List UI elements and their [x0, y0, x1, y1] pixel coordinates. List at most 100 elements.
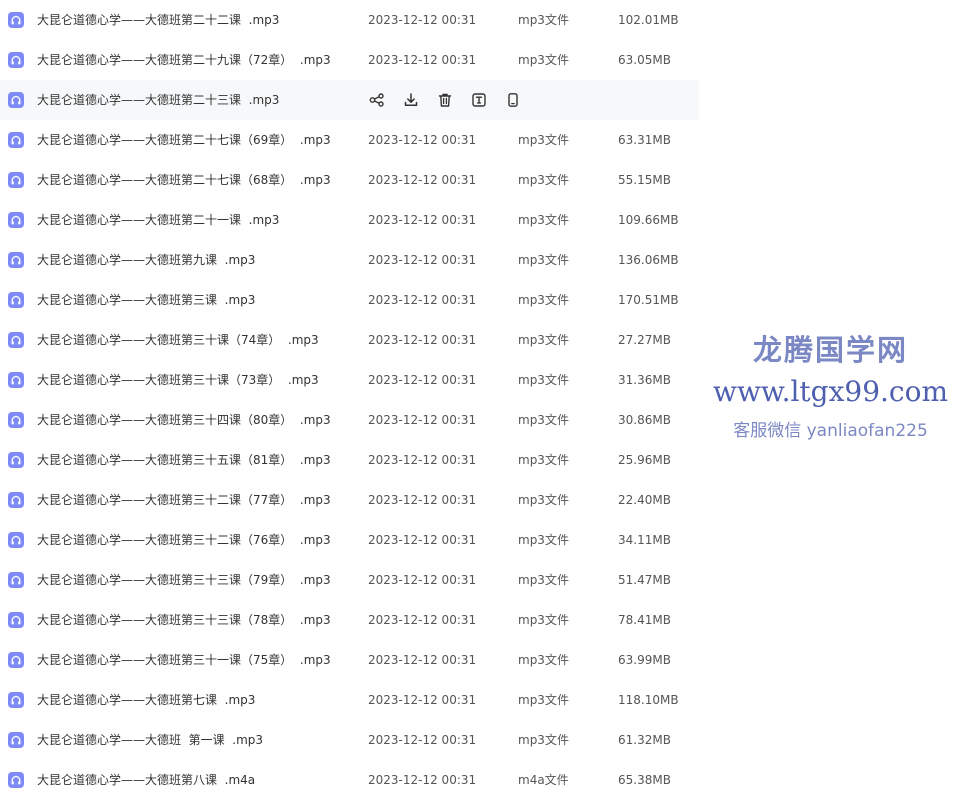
- file-name[interactable]: 大昆仑道德心学——大德班第三十二课（77章） .mp3: [37, 480, 331, 520]
- file-row[interactable]: 大昆仑道德心学——大德班第三十课（73章） .mp3 2023-12-12 00:…: [0, 360, 699, 400]
- file-type: mp3文件: [518, 13, 569, 27]
- audio-file-icon: [8, 452, 24, 468]
- file-size: 63.05MB: [618, 53, 671, 67]
- file-size: 25.96MB: [618, 453, 671, 467]
- file-date: 2023-12-12 00:31: [368, 693, 477, 707]
- file-name[interactable]: 大昆仑道德心学——大德班第三十二课（76章） .mp3: [37, 520, 331, 560]
- watermark-title: 龙腾国学网: [752, 333, 908, 367]
- file-type: mp3文件: [518, 133, 569, 147]
- file-name[interactable]: 大昆仑道德心学——大德班第二十三课 .mp3: [37, 80, 279, 120]
- audio-file-icon: [8, 92, 24, 108]
- file-name[interactable]: 大昆仑道德心学——大德班第三课 .mp3: [37, 280, 255, 320]
- file-row[interactable]: 大昆仑道德心学——大德班第三十二课（77章） .mp3 2023-12-12 00…: [0, 480, 699, 520]
- audio-file-icon: [8, 172, 24, 188]
- file-row[interactable]: 大昆仑道德心学——大德班第三十三课（79章） .mp3 2023-12-12 00…: [0, 560, 699, 600]
- file-row[interactable]: 大昆仑道德心学——大德班第二十七课（68章） .mp3 2023-12-12 00…: [0, 160, 699, 200]
- file-name[interactable]: 大昆仑道德心学——大德班第三十一课（75章） .mp3: [37, 640, 331, 680]
- phone-icon[interactable]: [504, 91, 522, 109]
- file-name[interactable]: 大昆仑道德心学——大德班第八课 .m4a: [37, 760, 255, 800]
- file-row[interactable]: 大昆仑道德心学——大德班第九课 .mp3 2023-12-12 00:31 mp3文…: [0, 240, 699, 280]
- file-size: 118.10MB: [618, 693, 679, 707]
- file-name[interactable]: 大昆仑道德心学——大德班第三十四课（80章） .mp3: [37, 400, 331, 440]
- file-name[interactable]: 大昆仑道德心学——大德班第二十九课（72章） .mp3: [37, 40, 331, 80]
- file-date: 2023-12-12 00:31: [368, 13, 477, 27]
- audio-file-icon: [8, 332, 24, 348]
- file-name[interactable]: 大昆仑道德心学——大德班第二十二课 .mp3: [37, 0, 279, 40]
- file-date: 2023-12-12 00:31: [368, 773, 477, 787]
- file-name[interactable]: 大昆仑道德心学——大德班第三十课（73章） .mp3: [37, 360, 319, 400]
- file-row[interactable]: 大昆仑道德心学——大德班第三十一课（75章） .mp3 2023-12-12 00…: [0, 640, 699, 680]
- file-date: 2023-12-12 00:31: [368, 613, 477, 627]
- file-name[interactable]: 大昆仑道德心学——大德班第二十七课（69章） .mp3: [37, 120, 331, 160]
- file-type: mp3文件: [518, 613, 569, 627]
- file-row[interactable]: 大昆仑道德心学——大德班 第一课 .mp3 2023-12-12 00:31 mp3…: [0, 720, 699, 760]
- rename-icon[interactable]: [470, 91, 488, 109]
- file-date: 2023-12-12 00:31: [368, 533, 477, 547]
- file-size: 102.01MB: [618, 13, 679, 27]
- file-name[interactable]: 大昆仑道德心学——大德班第二十一课 .mp3: [37, 200, 279, 240]
- file-type: mp3文件: [518, 693, 569, 707]
- file-size: 27.27MB: [618, 333, 671, 347]
- file-date: 2023-12-12 00:31: [368, 733, 477, 747]
- watermark-url: www.ltgx99.com: [712, 375, 949, 408]
- file-list: 大昆仑道德心学——大德班第二十二课 .mp3 2023-12-12 00:31 mp…: [0, 0, 699, 800]
- file-date: 2023-12-12 00:31: [368, 133, 477, 147]
- file-name[interactable]: 大昆仑道德心学——大德班第九课 .mp3: [37, 240, 255, 280]
- file-name[interactable]: 大昆仑道德心学——大德班第三十三课（79章） .mp3: [37, 560, 331, 600]
- audio-file-icon: [8, 612, 24, 628]
- file-row[interactable]: 大昆仑道德心学——大德班第七课 .mp3 2023-12-12 00:31 mp3文…: [0, 680, 699, 720]
- file-row[interactable]: 大昆仑道德心学——大德班第二十二课 .mp3 2023-12-12 00:31 mp…: [0, 0, 699, 40]
- file-size: 51.47MB: [618, 573, 671, 587]
- file-type: mp3文件: [518, 413, 569, 427]
- file-row[interactable]: 大昆仑道德心学——大德班第八课 .m4a 2023-12-12 00:31 m4a文…: [0, 760, 699, 800]
- file-type: mp3文件: [518, 733, 569, 747]
- file-row[interactable]: 大昆仑道德心学——大德班第三十三课（78章） .mp3 2023-12-12 00…: [0, 600, 699, 640]
- share-icon[interactable]: [368, 91, 386, 109]
- file-date: 2023-12-12 00:31: [368, 213, 477, 227]
- file-row[interactable]: 大昆仑道德心学——大德班第二十九课（72章） .mp3 2023-12-12 00…: [0, 40, 699, 80]
- file-type: mp3文件: [518, 653, 569, 667]
- watermark-contact: 客服微信 yanliaofan225: [733, 421, 928, 441]
- file-row[interactable]: 大昆仑道德心学——大德班第三十课（74章） .mp3 2023-12-12 00:…: [0, 320, 699, 360]
- file-row[interactable]: 大昆仑道德心学——大德班第二十七课（69章） .mp3 2023-12-12 00…: [0, 120, 699, 160]
- audio-file-icon: [8, 732, 24, 748]
- file-name[interactable]: 大昆仑道德心学——大德班 第一课 .mp3: [37, 720, 263, 760]
- file-size: 136.06MB: [618, 253, 679, 267]
- file-date: 2023-12-12 00:31: [368, 373, 477, 387]
- file-name[interactable]: 大昆仑道德心学——大德班第三十五课（81章） .mp3: [37, 440, 331, 480]
- audio-file-icon: [8, 12, 24, 28]
- audio-file-icon: [8, 372, 24, 388]
- file-name[interactable]: 大昆仑道德心学——大德班第三十三课（78章） .mp3: [37, 600, 331, 640]
- trash-icon[interactable]: [436, 91, 454, 109]
- file-type: m4a文件: [518, 773, 569, 787]
- audio-file-icon: [8, 572, 24, 588]
- file-name[interactable]: 大昆仑道德心学——大德班第二十七课（68章） .mp3: [37, 160, 331, 200]
- audio-file-icon: [8, 292, 24, 308]
- file-type: mp3文件: [518, 293, 569, 307]
- file-date: 2023-12-12 00:31: [368, 453, 477, 467]
- file-date: 2023-12-12 00:31: [368, 253, 477, 267]
- file-date: 2023-12-12 00:31: [368, 573, 477, 587]
- audio-file-icon: [8, 52, 24, 68]
- download-icon[interactable]: [402, 91, 420, 109]
- file-row[interactable]: 大昆仑道德心学——大德班第三十二课（76章） .mp3 2023-12-12 00…: [0, 520, 699, 560]
- file-name[interactable]: 大昆仑道德心学——大德班第三十课（74章） .mp3: [37, 320, 319, 360]
- file-row[interactable]: 大昆仑道德心学——大德班第三十五课（81章） .mp3 2023-12-12 00…: [0, 440, 699, 480]
- audio-file-icon: [8, 532, 24, 548]
- file-type: mp3文件: [518, 373, 569, 387]
- file-row[interactable]: 大昆仑道德心学——大德班第三课 .mp3 2023-12-12 00:31 mp3文…: [0, 280, 699, 320]
- file-name[interactable]: 大昆仑道德心学——大德班第七课 .mp3: [37, 680, 255, 720]
- file-type: mp3文件: [518, 493, 569, 507]
- audio-file-icon: [8, 492, 24, 508]
- file-size: 30.86MB: [618, 413, 671, 427]
- file-row[interactable]: 大昆仑道德心学——大德班第三十四课（80章） .mp3 2023-12-12 00…: [0, 400, 699, 440]
- file-size: 65.38MB: [618, 773, 671, 787]
- audio-file-icon: [8, 132, 24, 148]
- file-size: 109.66MB: [618, 213, 679, 227]
- file-row[interactable]: 大昆仑道德心学——大德班第二十一课 .mp3 2023-12-12 00:31 mp…: [0, 200, 699, 240]
- file-size: 34.11MB: [618, 533, 671, 547]
- file-type: mp3文件: [518, 213, 569, 227]
- file-row[interactable]: 大昆仑道德心学——大德班第二十三课 .mp3: [0, 80, 699, 120]
- file-size: 61.32MB: [618, 733, 671, 747]
- file-type: mp3文件: [518, 173, 569, 187]
